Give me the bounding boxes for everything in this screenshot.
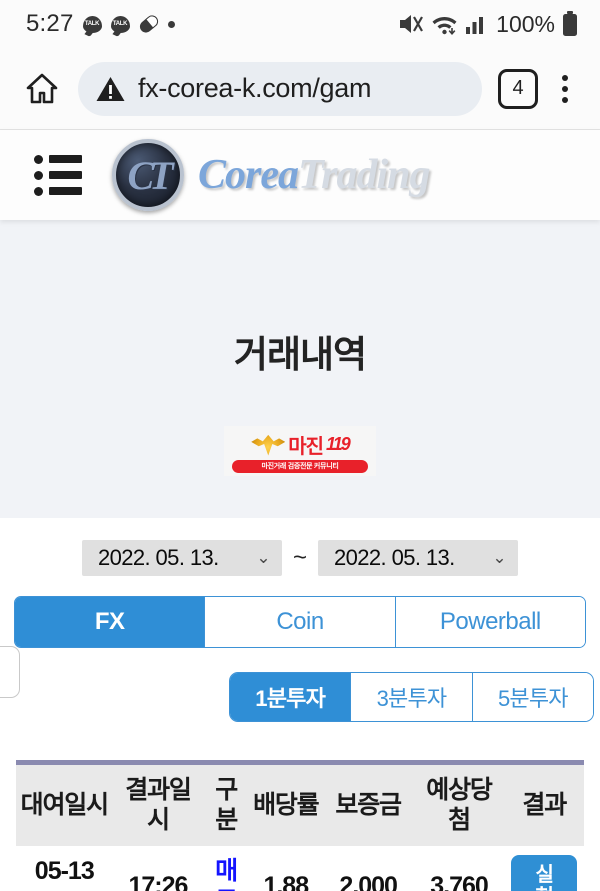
date-range-separator: ~ <box>292 544 307 571</box>
android-status-bar: 5:27 TALK TALK 100% <box>0 0 600 48</box>
table-row: 05-13 17:25 17:26 매 도 1.88 2,000 3,760 <box>16 846 584 891</box>
header-result-date: 결과일시 <box>112 765 204 846</box>
header-type: 구분 <box>203 765 249 846</box>
promo-banner[interactable]: 마진 119 마진거래 검증전문 커뮤니티 <box>224 426 376 476</box>
url-text: fx-corea-k.com/gam <box>138 73 372 103</box>
page-content: 거래내역 마진 119 마진거래 검증전문 커뮤니티 2022. 05. 13.… <box>0 220 600 891</box>
kakaotalk-icon-label: TALK <box>84 21 100 27</box>
warning-triangle-icon <box>96 76 125 101</box>
chevron-down-icon: ⌄ <box>492 548 506 567</box>
promo-banner-brand: 마진 <box>288 436 324 458</box>
logo-monogram: CT <box>127 152 173 198</box>
browser-toolbar: fx-corea-k.com/gam 4 <box>0 48 600 130</box>
status-bar-left: 5:27 TALK TALK <box>26 10 175 38</box>
date-from-select[interactable]: 2022. 05. 13. ⌄ <box>81 540 282 576</box>
minute-tabs-row: 1분투자 3분투자 5분투자 <box>0 646 600 722</box>
table-head: 대여일시 결과일시 구분 배당률 보증금 예상당첨 결과 <box>16 765 584 846</box>
pill-icon <box>136 12 161 36</box>
address-bar[interactable]: fx-corea-k.com/gam <box>78 61 482 116</box>
cell-deposit: 2,000 <box>339 872 398 891</box>
header-expected: 예상당첨 <box>413 765 505 846</box>
realize-char-2: 현 <box>536 886 554 891</box>
realize-char-1: 실 <box>535 863 554 886</box>
type-char-1: 매 <box>215 857 238 885</box>
date-to-value: 2022. 05. 13. <box>334 545 455 570</box>
promo-banner-number: 119 <box>326 434 351 454</box>
home-button[interactable] <box>16 63 68 115</box>
hamburger-list-icon[interactable] <box>34 154 82 196</box>
cell-result: 실 현 <box>504 846 584 891</box>
filters-panel: 2022. 05. 13. ⌄ ~ 2022. 05. 13. ⌄ FX Coi… <box>0 518 600 891</box>
tab-3min[interactable]: 3분투자 <box>350 673 472 721</box>
home-icon <box>26 73 58 103</box>
phone-screen: 5:27 TALK TALK 100% fx-corea-k.com/gam 4… <box>0 0 600 891</box>
realize-button[interactable]: 실 현 <box>511 855 578 891</box>
cell-type: 매 도 <box>203 846 248 891</box>
site-header: CT CoreaTrading <box>0 130 600 220</box>
logo-text-primary: Corea <box>198 152 299 198</box>
transactions-table: 대여일시 결과일시 구분 배당률 보증금 예상당첨 결과 05-13 17:26… <box>16 765 584 891</box>
page-title: 거래내역 <box>233 334 367 375</box>
eagle-emblem-icon <box>251 434 286 456</box>
date-to-select[interactable]: 2022. 05. 13. ⌄ <box>318 540 518 576</box>
chevron-down-icon: ⌄ <box>256 548 270 567</box>
cell-lend-date: 05-13 17:25 <box>16 846 113 891</box>
cell-result-time: 17:26 <box>128 872 189 891</box>
battery-percent-label: 100% <box>496 10 555 37</box>
tab-powerball[interactable]: Powerball <box>394 597 585 647</box>
tab-1min[interactable]: 1분투자 <box>230 673 351 721</box>
battery-icon <box>563 11 577 36</box>
signal-icon <box>466 17 484 34</box>
wifi-icon <box>432 17 457 36</box>
tab-fx[interactable]: FX <box>15 597 205 647</box>
promo-banner-wrap: 마진 119 마진거래 검증전문 커뮤니티 <box>0 378 600 476</box>
logo-badge-icon: CT <box>112 139 184 211</box>
kakaotalk-icon: TALK <box>110 15 130 33</box>
lend-date-time: 17:25 <box>18 886 111 891</box>
clock: 5:27 <box>26 10 74 37</box>
header-deposit: 보증금 <box>322 765 414 846</box>
dot-icon <box>167 20 175 28</box>
type-char-2: 도 <box>205 886 246 891</box>
mute-icon <box>400 15 424 33</box>
promo-banner-tagline: 마진거래 검증전문 커뮤니티 <box>232 459 368 473</box>
promo-banner-top: 마진 119 <box>251 430 351 460</box>
tab-5min[interactable]: 5분투자 <box>471 673 593 721</box>
cell-odds: 1.88 <box>263 872 309 891</box>
minute-tabs: 1분투자 3분투자 5분투자 <box>229 672 594 722</box>
date-from-value: 2022. 05. 13. <box>97 545 219 570</box>
logo-text-secondary: Trading <box>298 152 430 198</box>
header-odds: 배당률 <box>248 765 323 846</box>
kebab-menu-icon[interactable] <box>548 67 582 111</box>
header-result: 결과 <box>504 765 584 846</box>
site-logo[interactable]: CT CoreaTrading <box>112 139 430 211</box>
lend-date-day: 05-13 <box>34 857 95 885</box>
tab-coin[interactable]: Coin <box>204 597 395 647</box>
tab-count-button[interactable]: 4 <box>498 68 538 109</box>
date-range-row: 2022. 05. 13. ⌄ ~ 2022. 05. 13. ⌄ <box>0 534 600 590</box>
offscreen-tab-group[interactable] <box>0 646 20 698</box>
logo-wordmark: CoreaTrading <box>198 152 430 198</box>
table-body: 05-13 17:25 17:26 매 도 1.88 2,000 3,760 <box>16 846 584 891</box>
header-lend-date: 대여일시 <box>16 765 113 846</box>
kakaotalk-icon: TALK <box>82 15 102 33</box>
kakaotalk-icon-label: TALK <box>112 21 128 27</box>
transactions-table-wrap: 대여일시 결과일시 구분 배당률 보증금 예상당첨 결과 05-13 17:26… <box>16 760 584 891</box>
status-bar-right: 100% <box>398 11 578 38</box>
table-header-row: 대여일시 결과일시 구분 배당률 보증금 예상당첨 결과 <box>16 765 584 846</box>
cell-expected: 3,760 <box>430 872 489 891</box>
game-type-tabs: FX Coin Powerball <box>14 596 586 648</box>
